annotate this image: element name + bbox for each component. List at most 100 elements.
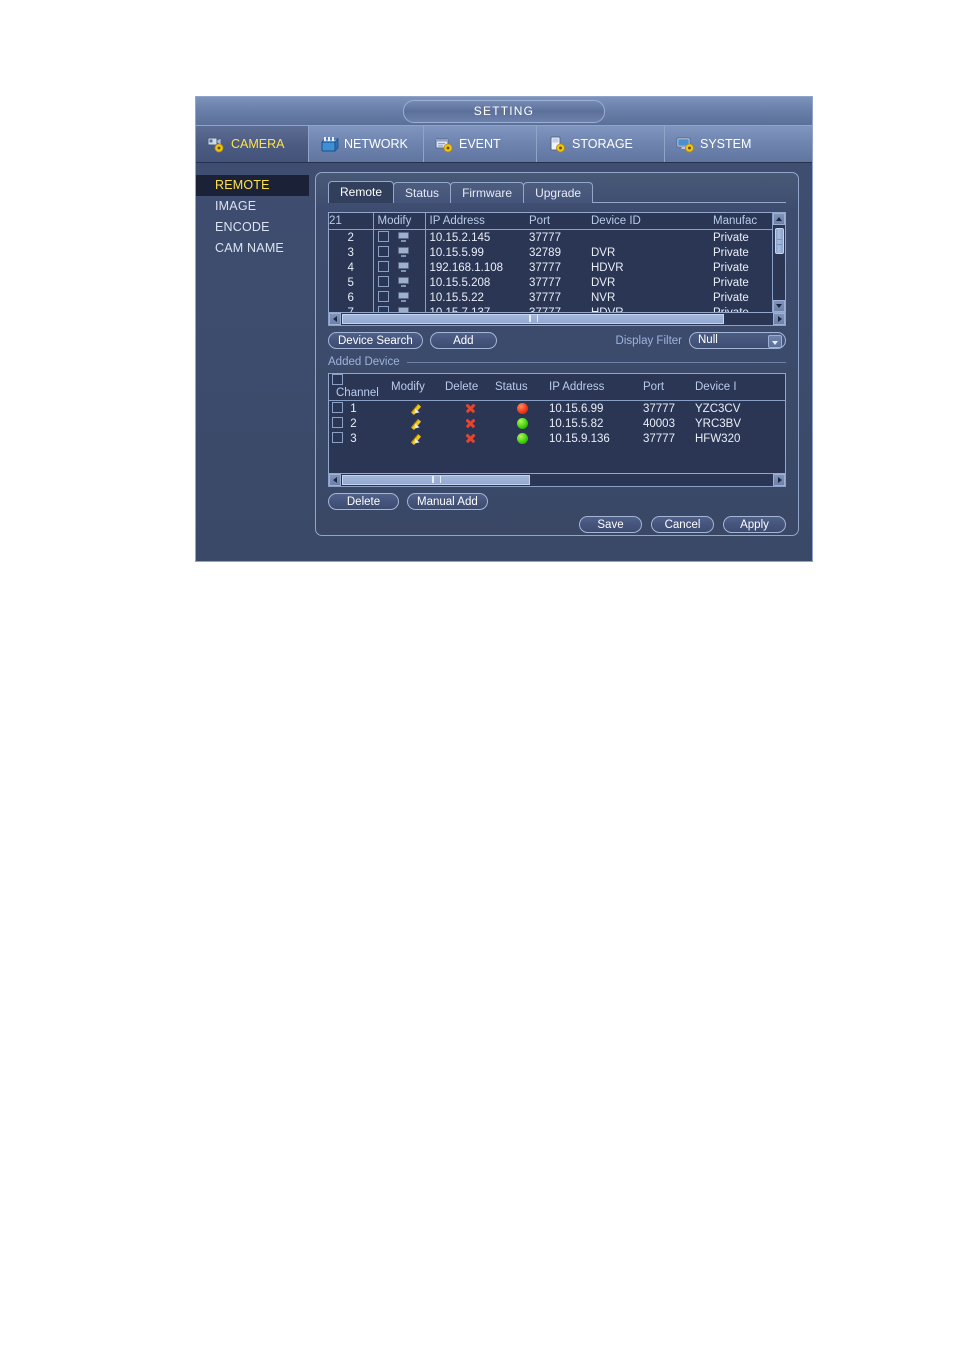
sidebar-label-encode: ENCODE (215, 220, 270, 234)
search-row-ip: 10.15.5.22 (429, 291, 484, 304)
remote-panel: Remote Status Firmware Upgrade 21 Modify… (315, 172, 799, 536)
cancel-button[interactable]: Cancel (651, 516, 714, 533)
search-row-ip: 10.15.2.145 (429, 231, 491, 244)
tab-upgrade[interactable]: Upgrade (523, 182, 594, 203)
device-icon[interactable] (397, 262, 409, 272)
added-row-delete-cell[interactable] (445, 401, 495, 417)
table-row[interactable]: 6 10.15.5.22 37777 NVR Private (329, 290, 772, 305)
row-checkbox[interactable] (377, 246, 389, 257)
save-button[interactable]: Save (579, 516, 642, 533)
scroll-right-button[interactable] (773, 313, 785, 325)
tab-firmware[interactable]: Firmware (450, 182, 525, 203)
sidebar-item-remote[interactable]: REMOTE (196, 175, 309, 196)
table-row[interactable]: 5 10.15.5.208 37777 DVR Private (329, 275, 772, 290)
added-row-delete-cell[interactable] (445, 431, 495, 446)
added-row-channel-cell: 1 (329, 401, 391, 417)
device-search-button[interactable]: Device Search (328, 332, 423, 349)
menu-item-event[interactable]: EVENT (424, 126, 537, 162)
sidebar-item-cam-name[interactable]: CAM NAME (196, 238, 315, 259)
device-icon[interactable] (397, 277, 409, 287)
search-row-num: 5 (329, 275, 374, 290)
row-checkbox[interactable] (377, 261, 389, 272)
chevron-down-icon[interactable] (768, 335, 782, 348)
apply-button[interactable]: Apply (723, 516, 786, 533)
search-header-ip: IP Address (425, 213, 529, 230)
menu-item-storage[interactable]: STORAGE (537, 126, 665, 162)
scroll-thumb[interactable] (775, 228, 784, 254)
device-icon[interactable] (397, 292, 409, 302)
tab-remote[interactable]: Remote (328, 181, 395, 203)
search-header-manufacturer: Manufac (713, 213, 772, 230)
table-row[interactable]: 1 10.15.6.99 37777 YZC3CV (329, 401, 785, 417)
delete-x-icon[interactable] (465, 432, 476, 444)
added-header-channel-label: Channel (336, 387, 379, 399)
status-dot-online-icon (516, 432, 528, 444)
search-row-port: 37777 (529, 276, 561, 289)
added-row-modify-cell[interactable] (391, 401, 445, 417)
device-icon[interactable] (397, 247, 409, 257)
chevron-up-icon (776, 217, 782, 221)
title-bar: SETTING (196, 97, 812, 126)
search-table-vertical-scrollbar[interactable] (772, 213, 785, 312)
added-row-modify-cell[interactable] (391, 416, 445, 431)
search-row-manufacturer: Private (713, 291, 749, 304)
scroll-thumb[interactable] (342, 314, 724, 324)
row-checkbox[interactable] (332, 432, 343, 443)
edit-pencil-icon[interactable] (410, 433, 424, 445)
row-checkbox[interactable] (332, 417, 343, 428)
row-checkbox[interactable] (377, 276, 389, 287)
edit-pencil-icon[interactable] (410, 418, 424, 430)
sidebar-item-encode[interactable]: ENCODE (196, 217, 315, 238)
chevron-right-icon (778, 316, 782, 322)
added-table-header-row: Channel Modify Delete Status IP Address … (329, 374, 785, 401)
scroll-left-button[interactable] (329, 474, 341, 486)
tab-label-status: Status (405, 186, 440, 200)
added-device-label: Added Device (328, 356, 400, 368)
delete-x-icon[interactable] (465, 402, 476, 414)
scroll-down-button[interactable] (773, 300, 785, 312)
add-button[interactable]: Add (429, 332, 497, 349)
legend-divider (406, 361, 786, 363)
scroll-up-button[interactable] (773, 213, 785, 225)
device-icon[interactable] (397, 232, 409, 242)
added-row-modify-cell[interactable] (391, 431, 445, 446)
table-row[interactable]: 2 10.15.5.82 40003 YRC3BV (329, 416, 785, 431)
select-all-checkbox[interactable] (332, 374, 343, 385)
search-table-body: 2 10.15.2.145 37777 Private 3 10.15.5.99… (329, 229, 772, 313)
menu-item-system[interactable]: SYSTEM (665, 126, 764, 162)
manual-add-button[interactable]: Manual Add (407, 493, 488, 510)
row-checkbox[interactable] (377, 291, 389, 302)
table-row[interactable]: 4 192.168.1.108 37777 HDVR Private (329, 260, 772, 275)
added-row-delete-cell[interactable] (445, 416, 495, 431)
menu-label-event: EVENT (459, 137, 501, 151)
delete-x-icon[interactable] (465, 417, 476, 429)
added-table-body: 1 10.15.6.99 37777 YZC3CV 2 10.15.5.82 4… (329, 401, 785, 447)
table-row[interactable]: 7 10.15.7.137 37777 HDVR Private (329, 305, 772, 313)
menu-label-storage: STORAGE (572, 137, 633, 151)
scroll-thumb[interactable] (342, 475, 530, 485)
menu-item-network[interactable]: NETWORK (309, 126, 424, 162)
row-checkbox[interactable] (377, 306, 389, 312)
added-header-device-id: Device I (695, 374, 785, 401)
added-row-port: 37777 (643, 432, 675, 445)
sidebar-item-image[interactable]: IMAGE (196, 196, 315, 217)
scroll-right-button[interactable] (773, 474, 785, 486)
added-table-horizontal-scrollbar[interactable] (328, 474, 786, 487)
search-table-horizontal-scrollbar[interactable] (328, 313, 786, 326)
row-checkbox[interactable] (332, 402, 343, 413)
table-row[interactable]: 2 10.15.2.145 37777 Private (329, 229, 772, 245)
table-row[interactable]: 3 10.15.9.136 37777 HFW320 (329, 431, 785, 446)
delete-button[interactable]: Delete (328, 493, 399, 510)
search-row-port: 37777 (529, 261, 561, 274)
search-row-device-id: HDVR (591, 306, 624, 313)
search-row-port: 37777 (529, 231, 561, 244)
sidebar-label-image: IMAGE (215, 199, 257, 213)
table-row[interactable]: 3 10.15.5.99 32789 DVR Private (329, 245, 772, 260)
edit-pencil-icon[interactable] (410, 403, 424, 415)
window-title: SETTING (403, 100, 605, 123)
tab-status[interactable]: Status (393, 182, 452, 203)
scroll-left-button[interactable] (329, 313, 341, 325)
display-filter-select[interactable]: Null (689, 332, 786, 349)
menu-item-camera[interactable]: CAMERA (196, 126, 309, 162)
row-checkbox[interactable] (377, 231, 389, 242)
